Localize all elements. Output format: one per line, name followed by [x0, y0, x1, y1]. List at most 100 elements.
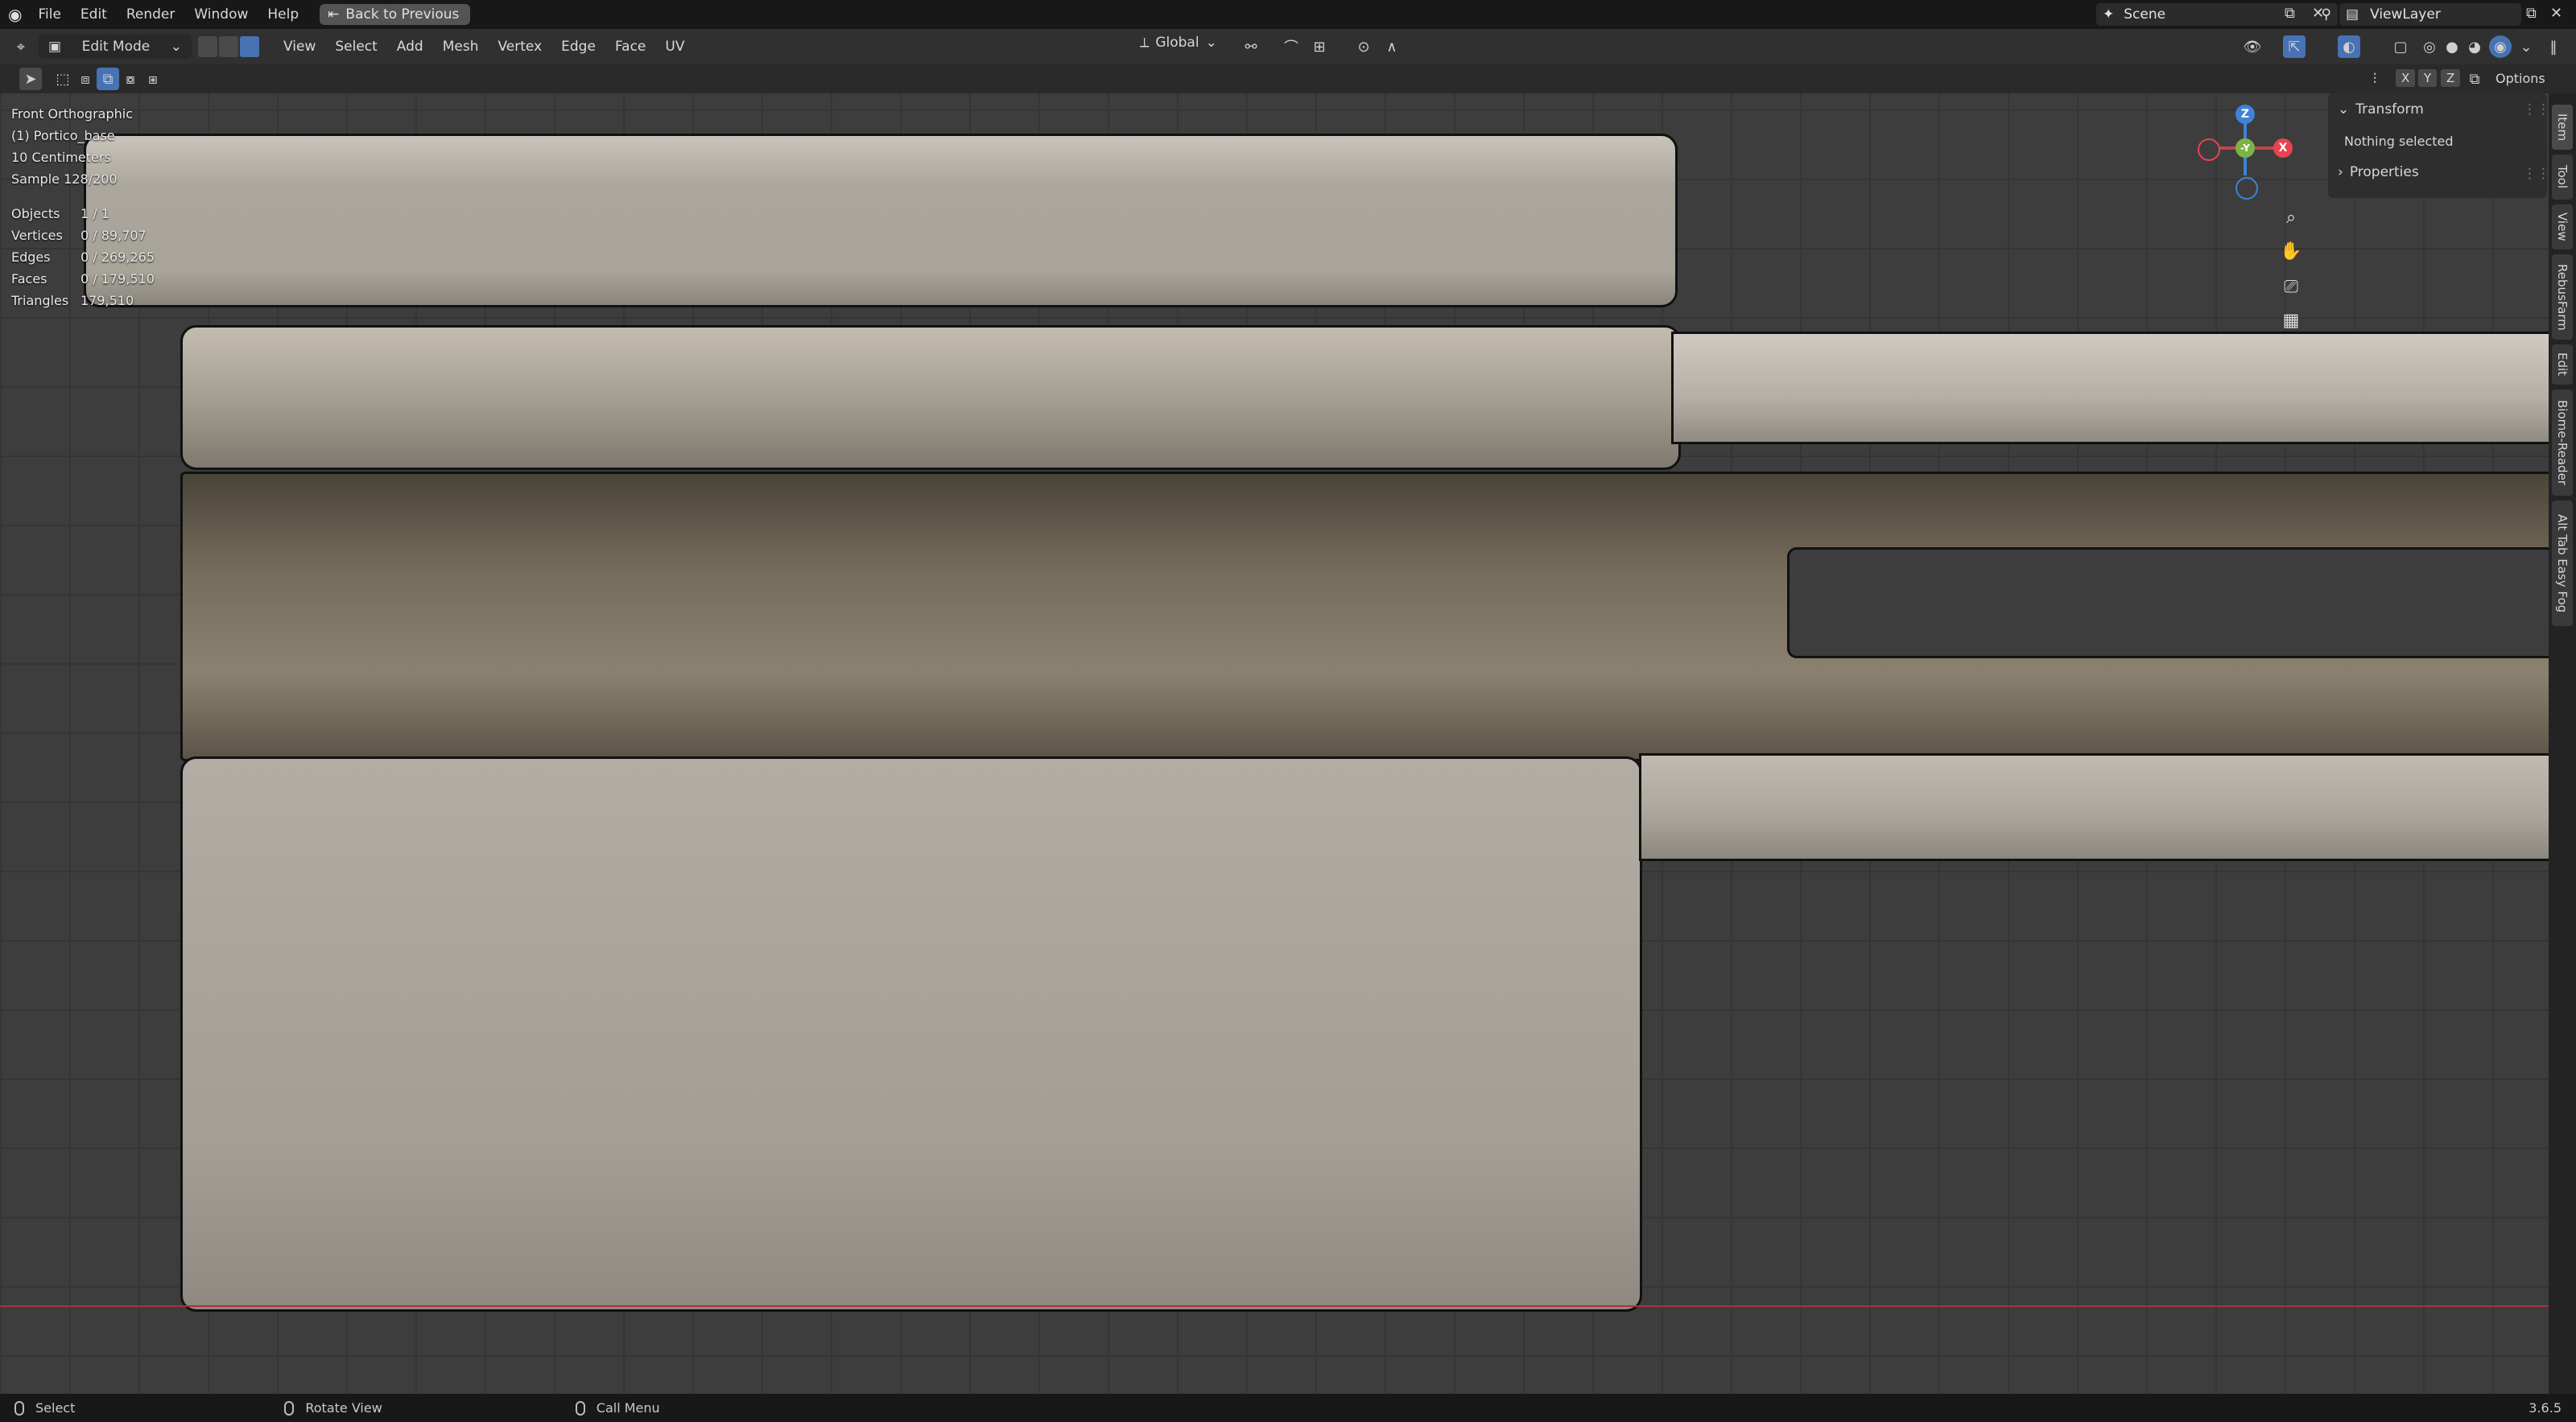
orientation-icon: ⟂	[1140, 35, 1150, 51]
transform-section-header[interactable]: ⌄ Transform	[2338, 101, 2424, 117]
stat-faces: Faces 0 / 179,510	[11, 271, 155, 286]
menu-mesh[interactable]: Mesh	[433, 35, 489, 59]
axis-x-toggle[interactable]: X	[2396, 69, 2416, 87]
blender-logo-icon[interactable]: ◉	[8, 5, 22, 24]
select-subtract-icon[interactable]: ⧉	[97, 68, 119, 90]
gizmo-toggle-icon[interactable]: ⇱	[2283, 35, 2306, 58]
mirror-options-icon[interactable]: ⫶	[2363, 68, 2386, 90]
new-scene-icon[interactable]: ⧉	[2285, 5, 2295, 22]
mesh-right-beam-lower	[1639, 753, 2557, 861]
menu-file[interactable]: File	[28, 0, 70, 29]
menu-edge[interactable]: Edge	[551, 35, 605, 59]
nothing-selected-text: Nothing selected	[2344, 134, 2454, 149]
options-dropdown[interactable]: Options	[2496, 71, 2545, 86]
chevron-right-icon: ›	[2338, 164, 2343, 180]
material-shading-icon[interactable]: ◕	[2463, 35, 2486, 58]
mode-selector[interactable]: ▣ Edit Mode ⌄	[39, 35, 192, 59]
properties-section-header[interactable]: › Properties	[2338, 164, 2419, 180]
chevron-down-icon: ⌄	[2338, 101, 2350, 117]
back-to-previous-button[interactable]: ⇤ Back to Previous	[320, 4, 471, 25]
view-layer-name: ViewLayer	[2370, 6, 2441, 23]
scene-selector[interactable]: ✦ Scene ⚲	[2096, 3, 2338, 26]
menu-face[interactable]: Face	[605, 35, 655, 59]
pause-render-icon[interactable]: ‖	[2542, 35, 2565, 58]
3d-viewport[interactable]: Front Orthographic (1) Portico_base 10 C…	[0, 93, 2576, 1394]
axis-y-toggle[interactable]: Y	[2418, 69, 2438, 87]
mesh-right-beam-upper	[1671, 332, 2557, 444]
top-menu-bar: ◉ File Edit Render Window Help ⇤ Back to…	[0, 0, 2576, 29]
gizmo-y-axis[interactable]: -Y	[2235, 138, 2255, 158]
shading-options-icon[interactable]: ⌄	[2515, 35, 2537, 58]
scene-name: Scene	[2124, 6, 2166, 23]
tab-edit[interactable]: Edit	[2552, 344, 2573, 385]
delete-scene-icon[interactable]: ✕	[2312, 5, 2324, 22]
menu-view[interactable]: View	[274, 35, 325, 59]
gizmo-neg-z-axis[interactable]	[2235, 177, 2258, 200]
face-select-icon[interactable]	[240, 36, 259, 57]
grid-toggle-icon[interactable]: ▦	[2275, 304, 2307, 336]
proportional-edit-icon[interactable]: ⊙	[1352, 35, 1375, 58]
sidebar-tabs: Item Tool View RebusFarm Edit Biome-Read…	[2549, 93, 2576, 1394]
sidebar-panel: ⌄ Transform ⋮⋮ Nothing selected › Proper…	[2328, 93, 2550, 198]
camera-icon[interactable]: ⎚	[2275, 270, 2307, 303]
edit-mode-icon: ▣	[48, 39, 62, 55]
select-invert-icon[interactable]: ⧇	[119, 68, 142, 90]
pivot-icon[interactable]: ⚯	[1240, 35, 1262, 58]
scene-statistics: Objects 1 / 1 Vertices 0 / 89,707 Edges 0 /…	[11, 203, 155, 311]
navigation-gizmo[interactable]: Z -Y X	[2198, 105, 2293, 200]
menu-uv[interactable]: UV	[655, 35, 694, 59]
tab-biome-reader[interactable]: Biome-Reader	[2552, 390, 2573, 496]
menu-render[interactable]: Render	[117, 0, 185, 29]
tab-rebusfarm[interactable]: RebusFarm	[2552, 254, 2573, 340]
stat-triangles: Triangles 179,510	[11, 293, 134, 308]
transform-orientation-dropdown[interactable]: ⟂ Global ⌄	[1140, 35, 1217, 51]
status-call-menu: Call Menu	[596, 1400, 660, 1416]
drag-handle-icon[interactable]: ⋮⋮	[2523, 101, 2550, 117]
tab-tool[interactable]: Tool	[2552, 155, 2573, 200]
tab-view[interactable]: View	[2552, 204, 2573, 249]
menu-help[interactable]: Help	[258, 0, 308, 29]
editor-type-icon[interactable]: ⌖	[10, 35, 32, 58]
menu-select[interactable]: Select	[325, 35, 386, 59]
menu-window[interactable]: Window	[184, 0, 258, 29]
gizmo-x-axis[interactable]: X	[2273, 138, 2293, 158]
rendered-shading-icon[interactable]: ◉	[2489, 35, 2512, 58]
select-intersect-icon[interactable]: ⧆	[142, 68, 164, 90]
select-extend-icon[interactable]: ⧈	[74, 68, 97, 90]
visibility-icon[interactable]: 👁	[2241, 35, 2264, 58]
snap-icon[interactable]: ⌒	[1280, 35, 1302, 58]
new-view-layer-icon[interactable]: ⧉	[2526, 5, 2537, 22]
auto-merge-icon[interactable]: ⧉	[2463, 68, 2486, 90]
vertex-select-icon[interactable]	[198, 36, 217, 57]
gizmo-neg-x-axis[interactable]	[2198, 138, 2220, 161]
edge-select-icon[interactable]	[219, 36, 238, 57]
tab-alt-tab-easy-fog[interactable]: Alt Tab Easy Fog	[2552, 501, 2573, 626]
delete-view-layer-icon[interactable]: ✕	[2550, 5, 2562, 22]
select-tool-icon[interactable]: ➤	[19, 68, 42, 90]
solid-shading-icon[interactable]: ●	[2441, 35, 2463, 58]
view-name: Front Orthographic	[11, 106, 134, 122]
menu-add[interactable]: Add	[387, 35, 433, 59]
pan-hand-icon[interactable]: ✋	[2275, 235, 2307, 267]
overlay-toggle-icon[interactable]: ◐	[2338, 35, 2360, 58]
status-bar: Select Rotate View Call Menu 3.6.5	[0, 1394, 2576, 1422]
wireframe-shading-icon[interactable]: ◎	[2418, 35, 2441, 58]
chevron-down-icon: ⌄	[1205, 35, 1217, 51]
x-axis-line	[0, 1305, 2576, 1307]
stat-edges: Edges 0 / 269,265	[11, 249, 155, 265]
drag-handle-icon[interactable]: ⋮⋮	[2523, 166, 2550, 182]
axis-z-toggle[interactable]: Z	[2441, 69, 2461, 87]
menu-vertex[interactable]: Vertex	[488, 35, 551, 59]
zoom-icon[interactable]: ⌕	[2275, 201, 2307, 233]
select-new-icon[interactable]: ⬚	[52, 68, 74, 90]
back-to-previous-label: Back to Previous	[345, 6, 460, 23]
tool-settings-bar: ➤ ⬚ ⧈ ⧉ ⧇ ⧆ ⫶ X Y Z ⧉ Options	[0, 64, 2576, 93]
xray-icon[interactable]: ▢	[2389, 35, 2412, 58]
tab-item[interactable]: Item	[2552, 105, 2573, 150]
gizmo-z-axis[interactable]: Z	[2235, 105, 2255, 124]
view-layer-selector[interactable]: ▤ ViewLayer	[2339, 3, 2521, 26]
stat-vertices: Vertices 0 / 89,707	[11, 228, 147, 243]
menu-edit[interactable]: Edit	[71, 0, 117, 29]
falloff-icon[interactable]: ∧	[1381, 35, 1403, 58]
snap-target-icon[interactable]: ⊞	[1308, 35, 1331, 58]
